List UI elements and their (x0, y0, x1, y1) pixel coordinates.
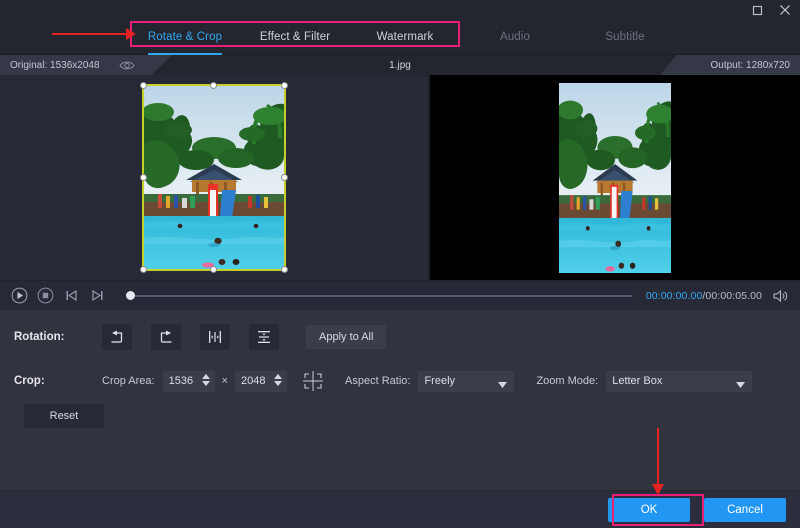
source-preview-panel (0, 75, 428, 280)
volume-icon[interactable] (770, 287, 790, 305)
seek-track (132, 295, 632, 297)
playback-toolbar: 00:00:00.00/00:00:05.00 (0, 280, 800, 310)
rotate-left-icon[interactable] (102, 324, 132, 350)
total-time: 00:00:05.00 (705, 290, 762, 302)
crop-width-stepper[interactable] (202, 374, 210, 386)
close-icon[interactable] (778, 3, 792, 17)
zoom-mode-select[interactable]: Letter Box (606, 371, 752, 392)
free-crop-icon[interactable] (301, 370, 325, 392)
crop-handle-bottom-right[interactable] (281, 266, 288, 273)
aspect-ratio-value: Freely (424, 375, 455, 387)
tab-subtitle[interactable]: Subtitle (570, 20, 680, 54)
crop-label: Crop: (14, 375, 102, 387)
dialog-footer: OK Cancel (0, 490, 800, 528)
tab-effect-filter[interactable]: Effect & Filter (240, 20, 350, 54)
crop-multiply-symbol: × (222, 375, 228, 387)
stop-icon[interactable] (36, 287, 54, 305)
tab-rotate-crop-label: Rotate & Crop (148, 31, 222, 43)
tab-rotate-crop[interactable]: Rotate & Crop (130, 20, 240, 54)
time-display: 00:00:00.00/00:00:05.00 (646, 290, 762, 302)
restore-window-button[interactable] (750, 3, 764, 17)
crop-width-value: 1536 (169, 375, 193, 387)
crop-height-value: 2048 (241, 375, 265, 387)
aspect-ratio-label: Aspect Ratio: (345, 375, 410, 387)
tab-watermark-label: Watermark (377, 31, 434, 43)
video-converter-edit-dialog: Rotate & Crop Effect & Filter Watermark … (0, 0, 800, 528)
title-bar (0, 0, 800, 20)
crop-handle-top-right[interactable] (281, 82, 288, 89)
output-resolution-label: Output: 1280x720 (710, 60, 800, 71)
crop-handle-middle-right[interactable] (281, 174, 288, 181)
crop-row: Crop: Crop Area: 1536 × 2048 (0, 366, 800, 396)
chevron-down-icon (736, 379, 745, 391)
tab-watermark[interactable]: Watermark (350, 20, 460, 54)
cancel-button[interactable]: Cancel (704, 498, 786, 522)
flip-vertical-icon[interactable] (249, 324, 279, 350)
crop-width-input[interactable]: 1536 (163, 371, 215, 392)
zoom-mode-value: Letter Box (612, 375, 662, 387)
tab-effect-filter-label: Effect & Filter (260, 31, 330, 43)
play-icon[interactable] (10, 287, 28, 305)
apply-to-all-button[interactable]: Apply to All (306, 325, 386, 349)
crop-height-input[interactable]: 2048 (235, 371, 287, 392)
original-resolution-label: Original: 1536x2048 (0, 60, 100, 71)
ok-button[interactable]: OK (608, 498, 690, 522)
reset-row: Reset (0, 402, 800, 430)
crop-handle-top-left[interactable] (140, 82, 147, 89)
chevron-down-icon (498, 379, 507, 391)
preview-stage (0, 75, 800, 280)
crop-handle-middle-left[interactable] (140, 174, 147, 181)
crop-handle-top-center[interactable] (210, 82, 217, 89)
flip-horizontal-icon[interactable] (200, 324, 230, 350)
crop-height-stepper[interactable] (274, 374, 282, 386)
current-time: 00:00:00.00 (646, 290, 703, 302)
rotate-right-icon[interactable] (151, 324, 181, 350)
rotation-row: Rotation: Apply to All (0, 322, 800, 352)
crop-area-label: Crop Area: (102, 375, 155, 387)
editing-controls-panel: Rotation: Apply to All Crop: Crop Area: … (0, 310, 800, 490)
crop-handle-bottom-center[interactable] (210, 266, 217, 273)
tab-subtitle-label: Subtitle (605, 31, 644, 43)
info-bar: Original: 1536x2048 1.jpg Output: 1280x7… (0, 55, 800, 75)
output-preview-panel (430, 75, 800, 280)
tab-audio[interactable]: Audio (460, 20, 570, 54)
previous-frame-icon[interactable] (62, 287, 80, 305)
crop-handle-bottom-left[interactable] (140, 266, 147, 273)
source-image (144, 86, 284, 269)
output-preview-image (559, 83, 671, 273)
tab-list: Rotate & Crop Effect & Filter Watermark … (130, 20, 680, 54)
reset-button[interactable]: Reset (24, 404, 104, 428)
next-frame-icon[interactable] (88, 287, 106, 305)
seek-knob[interactable] (126, 291, 135, 300)
zoom-mode-label: Zoom Mode: (536, 375, 598, 387)
tab-audio-label: Audio (500, 31, 530, 43)
crop-selection-box[interactable] (144, 86, 284, 269)
aspect-ratio-select[interactable]: Freely (418, 371, 514, 392)
seek-slider[interactable] (126, 287, 632, 305)
tab-bar: Rotate & Crop Effect & Filter Watermark … (0, 20, 800, 55)
eye-icon[interactable] (116, 58, 138, 72)
rotation-label: Rotation: (14, 331, 102, 343)
